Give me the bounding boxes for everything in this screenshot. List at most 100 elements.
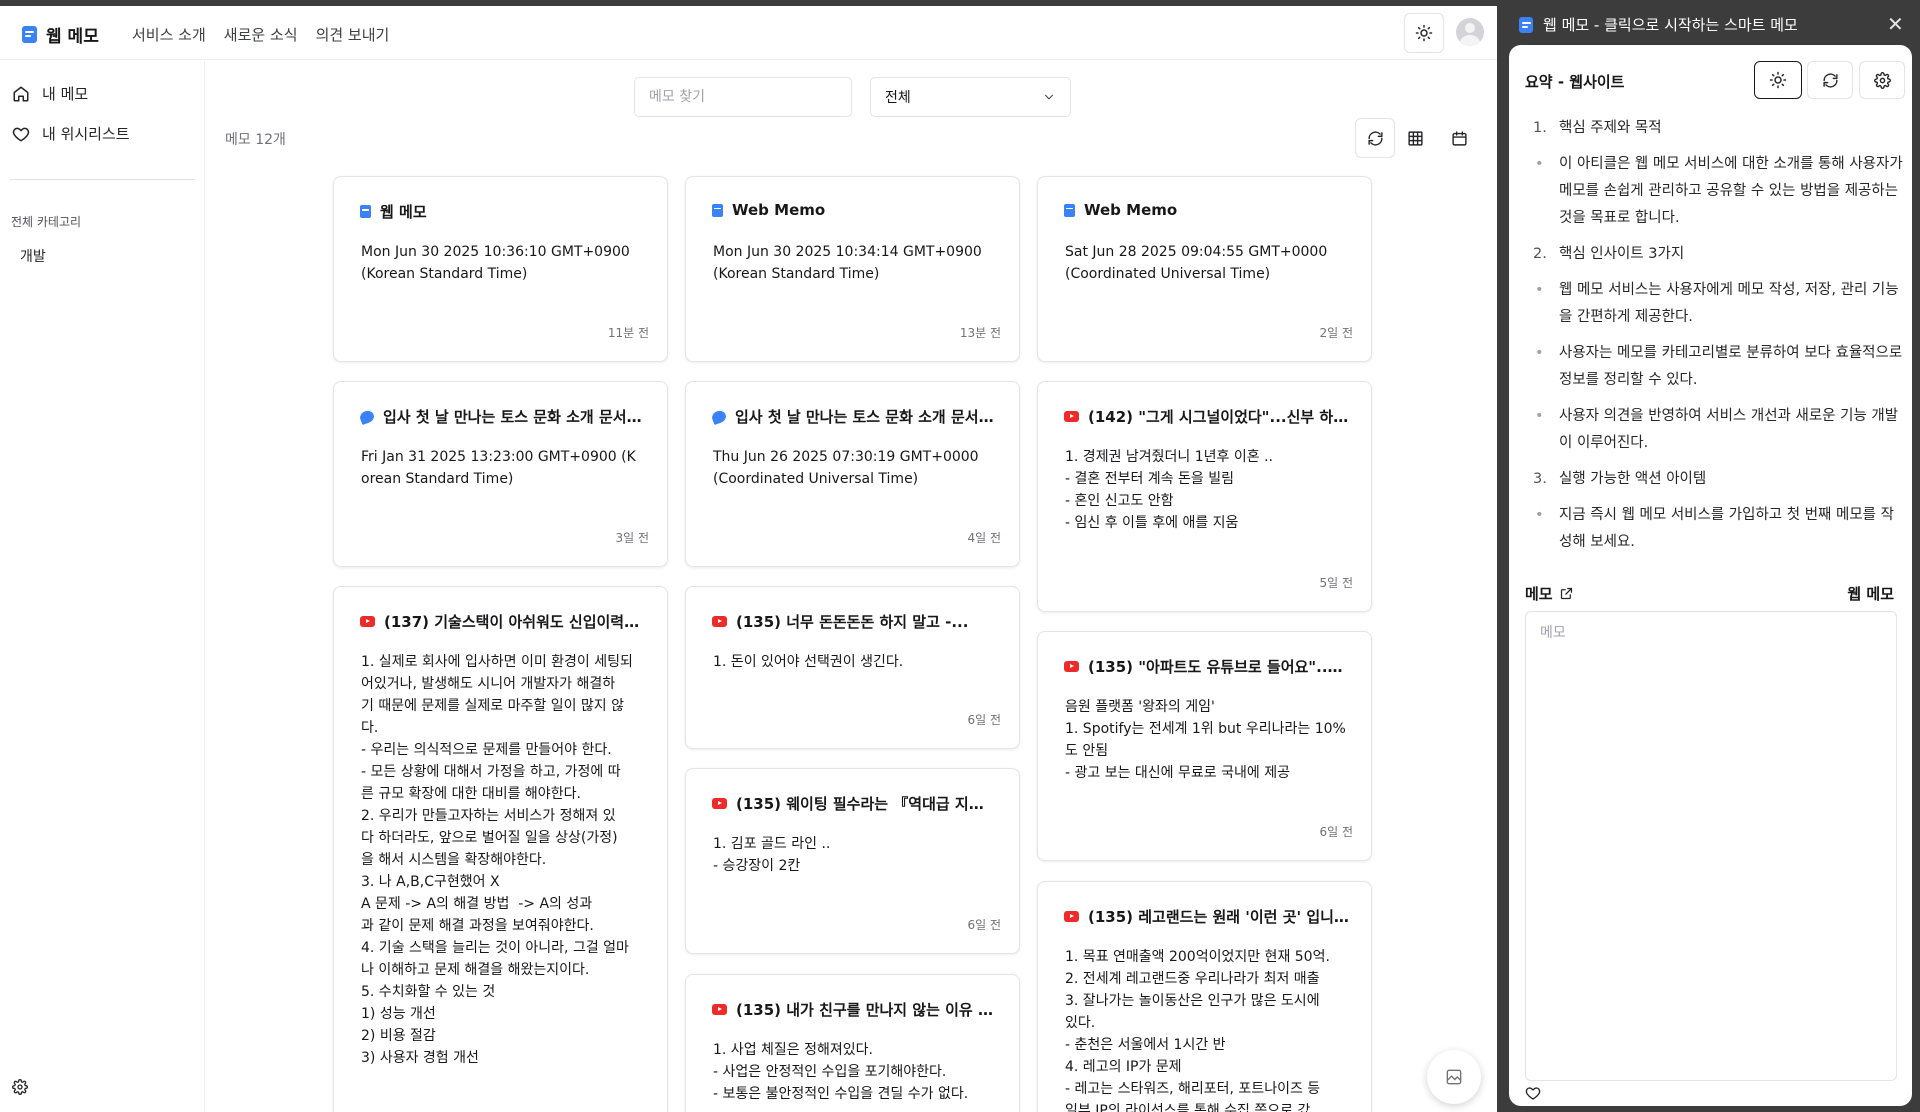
sidebar-item-label: 내 위시리스트: [42, 125, 130, 143]
memo-card[interactable]: (137) 기술스택이 아쉬워도 신입이력서... 1. 실제로 회사에 입사하…: [333, 586, 668, 1112]
refresh-icon: [1822, 72, 1838, 88]
memo-card[interactable]: Web Memo Mon Jun 30 2025 10:34:14 GMT+09…: [685, 176, 1020, 362]
summary-heading: 요약 - 웹사이트: [1525, 73, 1625, 91]
memo-card-title: (135) 레고랜드는 원래 '이런 곳' 입니다...: [1088, 908, 1349, 926]
youtube-favicon-icon: [1064, 911, 1079, 922]
summary-item: • 지금 즉시 웹 메모 서비스를 가입하고 첫 번째 메모를 작성해 보세요.: [1535, 507, 1894, 550]
youtube-favicon-icon: [712, 616, 727, 627]
memo-card-body: 1. 돈이 있어야 선택권이 생긴다.: [713, 654, 904, 670]
memo-card-time: 2일 전: [1319, 326, 1353, 340]
memo-card-body: 1. 경제권 남겨줬더니 1년후 이혼 .. - 결혼 전부터 계속 돈을 빌림…: [1065, 449, 1273, 531]
nav-feedback[interactable]: 의견 보내기: [316, 24, 390, 45]
broken-image-icon: [1446, 1069, 1462, 1085]
memo-card-body: Sat Jun 28 2025 09:04:55 GMT+0000 (Coord…: [1065, 244, 1328, 282]
floating-action-button[interactable]: [1427, 1050, 1481, 1104]
memo-card[interactable]: 웹 메모 Mon Jun 30 2025 10:36:10 GMT+0900 (…: [333, 176, 668, 362]
memo-search-input[interactable]: [634, 77, 852, 117]
chevron-down-icon: [1044, 94, 1054, 100]
memo-card[interactable]: (135) 내가 친구를 만나지 않는 이유 -... 1. 사업 체질은 정해…: [685, 974, 1020, 1112]
memo-card[interactable]: Web Memo Sat Jun 28 2025 09:04:55 GMT+00…: [1037, 176, 1372, 362]
filter-select-value: 전체: [885, 90, 911, 106]
memo-card-title: Web Memo: [1084, 201, 1178, 219]
memo-card-body: Thu Jun 26 2025 07:30:19 GMT+0000 (Coord…: [713, 449, 979, 487]
toss-favicon-icon: [710, 408, 728, 425]
summary-item: • 사용자 의견을 반영하여 서비스 개선과 새로운 기능 개발이 이루어진다.: [1535, 408, 1899, 451]
memo-card-time: 6일 전: [967, 713, 1001, 727]
memo-card[interactable]: (135) 너무 돈돈돈돈 하지 말고 -... 1. 돈이 있어야 선택권이 …: [685, 586, 1020, 749]
grid-icon: [1407, 130, 1423, 146]
nav-news[interactable]: 새로운 소식: [224, 24, 298, 45]
category-item-dev[interactable]: 개발: [20, 246, 46, 266]
memo-card-time: 6일 전: [967, 918, 1001, 932]
panel-refresh-button[interactable]: [1807, 61, 1853, 99]
brand-name: 웹 메모: [46, 27, 99, 47]
panel-theme-button[interactable]: [1754, 61, 1802, 99]
memo-card[interactable]: 입사 첫 날 만나는 토스 문화 소개 문서 - ... Thu Jun 26 …: [685, 381, 1020, 567]
sidebar-divider: [10, 179, 195, 180]
refresh-icon: [1367, 130, 1383, 146]
sidebar-item-wishlist[interactable]: 내 위시리스트: [12, 123, 130, 144]
memo-card-body: 1. 목표 연매출액 200억이었지만 현재 50억. 2. 전세계 레고랜드중…: [1065, 949, 1330, 1112]
memo-card-title: Web Memo: [732, 201, 826, 219]
youtube-favicon-icon: [712, 1004, 727, 1015]
refresh-button[interactable]: [1355, 118, 1395, 158]
memo-card-time: 5일 전: [1319, 576, 1353, 590]
sidebar-item-my-memo[interactable]: 내 메모: [12, 83, 88, 104]
sun-icon: [1769, 71, 1787, 89]
sidebar: 내 메모 내 위시리스트 전체 카테고리 개발: [0, 61, 205, 1112]
memo-card-time: 6일 전: [1319, 825, 1353, 839]
summary-item: • 이 아티클은 웹 메모 서비스에 대한 소개를 통해 사용자가 메모를 손쉽게…: [1535, 156, 1903, 226]
memo-card-title: 입사 첫 날 만나는 토스 문화 소개 문서 - ...: [383, 408, 645, 426]
wishlist-button[interactable]: [1525, 1085, 1541, 1105]
memo-card-title: (135) "아파트도 유튜브로 들어요"..이...: [1088, 658, 1349, 676]
web-memo-app: 웹 메모 서비스 소개 새로운 소식 의견 보내기 내 메모 내 위시리스트 전…: [0, 6, 1497, 1112]
calendar-view-button[interactable]: [1439, 118, 1479, 158]
home-icon: [13, 86, 29, 101]
user-avatar[interactable]: [1456, 18, 1484, 46]
memo-card[interactable]: (135) "아파트도 유튜브로 들어요"..이... 음원 플랫폼 '왕좌의 …: [1037, 631, 1372, 861]
memo-card-time: 13분 전: [959, 326, 1001, 340]
theme-toggle-button[interactable]: [1404, 13, 1444, 53]
settings-button[interactable]: [12, 1079, 28, 1099]
memo-logo-icon: [22, 26, 37, 43]
nav-service-intro[interactable]: 서비스 소개: [132, 24, 206, 45]
grid-view-button[interactable]: [1395, 118, 1435, 158]
memo-card[interactable]: (135) 레고랜드는 원래 '이런 곳' 입니다... 1. 목표 연매출액 …: [1037, 881, 1372, 1112]
memo-card-body: Mon Jun 30 2025 10:36:10 GMT+0900 (Korea…: [361, 244, 630, 282]
memo-logo-icon: [1519, 16, 1533, 33]
top-nav: 서비스 소개 새로운 소식 의견 보내기: [132, 24, 389, 45]
memo-card-body: Mon Jun 30 2025 10:34:14 GMT+0900 (Korea…: [713, 244, 982, 282]
memo-card[interactable]: (142) "그게 시그널이었다"...신부 하객 ... 1. 경제권 남겨줬…: [1037, 381, 1372, 612]
memo-card-body: Fri Jan 31 2025 13:23:00 GMT+0900 (K ore…: [361, 449, 636, 487]
memo-favicon-icon: [712, 203, 723, 217]
memo-card-body: 1. 김포 골드 라인 .. - 승강장이 2칸: [713, 836, 831, 874]
filter-select[interactable]: 전체: [870, 77, 1071, 117]
summary-item: 1. 핵심 주제와 목적: [1533, 120, 1662, 136]
brand[interactable]: 웹 메모: [22, 22, 99, 47]
sun-icon: [1415, 24, 1433, 42]
youtube-favicon-icon: [1064, 661, 1079, 672]
memo-favicon-icon: [1064, 203, 1075, 217]
youtube-favicon-icon: [1064, 411, 1079, 422]
toss-favicon-icon: [358, 408, 376, 425]
memo-card-title: 입사 첫 날 만나는 토스 문화 소개 문서 - ...: [735, 408, 997, 426]
summary-item: 3. 실행 가능한 액션 아이템: [1533, 471, 1707, 487]
memo-card-title: (142) "그게 시그널이었다"...신부 하객 ...: [1088, 408, 1349, 426]
panel-titlebar: 웹 메모 - 클릭으로 시작하는 스마트 메모: [1519, 14, 1798, 35]
memo-card-title: (135) 내가 친구를 만나지 않는 이유 -...: [736, 1001, 997, 1019]
memo-card-body: 1. 실제로 회사에 입사하면 이미 환경이 세팅되 어있거나, 발생해도 시니…: [361, 654, 633, 1066]
panel-content: 요약 - 웹사이트 1. 핵심 주제와 목적 • 이 아티클은 웹 메모 서비스에 …: [1509, 45, 1912, 1106]
panel-settings-button[interactable]: [1859, 61, 1905, 99]
memo-card-body: 음원 플랫폼 '왕좌의 게임' 1. Spotify는 전세계 1위 but 우…: [1065, 699, 1346, 781]
memo-card-title: 웹 메모: [380, 203, 427, 221]
memo-card[interactable]: 입사 첫 날 만나는 토스 문화 소개 문서 - ... Fri Jan 31 …: [333, 381, 668, 567]
memo-card-time: 11분 전: [607, 326, 649, 340]
memo-textarea[interactable]: [1525, 611, 1897, 1081]
youtube-favicon-icon: [712, 798, 727, 809]
summary-item: • 웹 메모 서비스는 사용자에게 메모 작성, 저장, 관리 기능을 간편하게 …: [1535, 282, 1899, 325]
memo-card[interactable]: (135) 웨이팅 필수라는 『역대급 지옥철』... 1. 김포 골드 라인 …: [685, 768, 1020, 954]
gear-icon: [1873, 71, 1891, 89]
memo-label[interactable]: 메모: [1525, 583, 1574, 604]
close-icon[interactable]: ✕: [1887, 12, 1904, 36]
sidebar-item-label: 내 메모: [42, 85, 89, 103]
